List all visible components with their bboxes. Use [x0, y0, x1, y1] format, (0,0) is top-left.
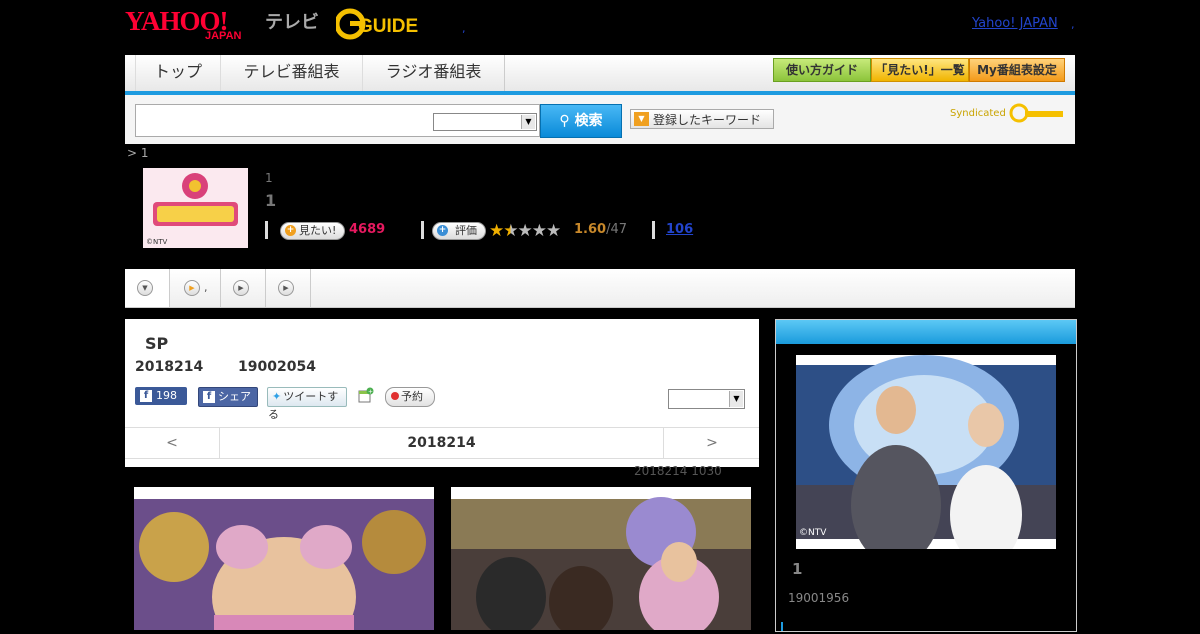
chevron-down-icon: ▼: [521, 115, 535, 129]
registered-keywords-button[interactable]: ▼ 登録したキーワード: [630, 109, 774, 129]
episode-date: 2018214: [135, 359, 204, 375]
tab-top[interactable]: トップ: [135, 55, 221, 91]
header-dot-right: ,: [1071, 18, 1075, 31]
star-icon: ★: [517, 221, 533, 241]
reserve-recording-button[interactable]: 予約: [385, 387, 435, 407]
search-icon: ⚲: [559, 113, 570, 129]
program-thumbnail[interactable]: ©NTV: [143, 168, 248, 248]
episode-panel: SP 2018214 19002054 f 198 f シェア ✦ ツイートする + …: [125, 319, 759, 467]
my-listings-settings-button[interactable]: My番組表設定: [969, 58, 1065, 82]
rating-value: 1.60/47: [574, 222, 627, 237]
program-subtitle: 1: [265, 171, 273, 185]
main-nav: トップ テレビ番組表 ラジオ番組表 使い方ガイド 「見たい!」一覧 My番組表設…: [125, 55, 1075, 95]
tab-other-1[interactable]: ▶: [221, 269, 266, 307]
rate-label: 評価: [455, 224, 477, 237]
side-program-time: 19001956: [788, 591, 850, 605]
divider: [421, 221, 424, 239]
divider: [265, 221, 268, 239]
want-list-button[interactable]: 「見たい!」一覧: [871, 58, 969, 82]
gguide-logo[interactable]: GUIDE: [334, 8, 424, 40]
breadcrumb[interactable]: > 1: [127, 146, 149, 160]
facebook-like-button[interactable]: f 198: [135, 387, 187, 405]
plus-icon: +: [437, 225, 448, 236]
want-label: 見たい!: [299, 224, 337, 237]
episode-tabs: ▼ ▶ , ▶ ▶: [125, 269, 1075, 308]
tv-label: テレビ: [265, 12, 319, 33]
star-icon: ★: [489, 221, 504, 241]
syndicated-gguide-logo: Syndicated: [950, 102, 1065, 124]
star-half-icon: ★: [503, 221, 518, 241]
episode-title: SP: [145, 334, 169, 353]
rating-denominator: /47: [606, 222, 627, 237]
search-bar: ▼ ⚲ 検索 ▼ 登録したキーワード Syndicated: [125, 95, 1075, 144]
tab-tv-listings[interactable]: テレビ番組表: [220, 55, 363, 91]
japan-logo-text: JAPAN: [205, 30, 242, 42]
registered-keywords-label: 登録したキーワード: [653, 113, 762, 127]
search-category-select[interactable]: ▼: [433, 113, 537, 131]
side-photo-credit: ©NTV: [799, 528, 827, 538]
plus-icon: +: [285, 225, 296, 236]
pager-next-button[interactable]: >: [663, 428, 760, 458]
want-count: 4689: [349, 222, 386, 237]
side-panel-header: [776, 320, 1076, 344]
updated-timestamp: 2018214 1030: [634, 464, 722, 478]
gguide-text: GUIDE: [358, 16, 418, 37]
tab-other-2[interactable]: ▶: [266, 269, 311, 307]
episode-photo-2[interactable]: [451, 487, 751, 634]
syndicated-label: Syndicated: [950, 108, 1006, 119]
episode-pager: < 2018214 >: [125, 427, 759, 459]
thumb-credit: ©NTV: [146, 238, 168, 246]
episode-time: 19002054: [238, 359, 316, 375]
side-photo[interactable]: ©NTV: [796, 355, 1056, 565]
side-panel: ©NTV 1 19001956: [775, 319, 1077, 632]
star-icon: ★: [546, 221, 561, 241]
facebook-icon: f: [203, 391, 215, 403]
rating-score: 1.60: [574, 222, 607, 237]
review-count-link[interactable]: 106: [666, 222, 693, 237]
star-icon: ★: [531, 221, 547, 241]
yahoo-japan-link[interactable]: Yahoo! JAPAN: [972, 16, 1058, 31]
search-button[interactable]: ⚲ 検索: [540, 104, 622, 138]
header-dot: ,: [462, 22, 466, 35]
divider: [652, 221, 655, 239]
svg-text:+: +: [368, 389, 373, 396]
search-input[interactable]: ▼: [135, 104, 540, 137]
episode-select[interactable]: ▼: [668, 389, 745, 409]
reserve-label: 予約: [401, 390, 423, 403]
chevron-down-icon: ▼: [729, 391, 743, 407]
tweet-button[interactable]: ✦ ツイートする: [267, 387, 347, 421]
play-icon: ▶: [233, 280, 249, 296]
facebook-icon: f: [140, 390, 152, 402]
want-to-watch-button[interactable]: + 見たい!: [280, 222, 346, 240]
twitter-bird-icon: ✦: [272, 390, 282, 403]
rating-stars: ★★★★★: [489, 221, 561, 241]
pager-prev-button[interactable]: <: [125, 428, 220, 458]
play-icon: ▶: [278, 280, 294, 296]
tab-suffix: ,: [204, 281, 208, 294]
dropdown-arrow-icon: ▼: [634, 112, 649, 126]
search-button-label: 検索: [574, 113, 603, 129]
program-title: 1: [265, 191, 277, 210]
usage-guide-button[interactable]: 使い方ガイド: [773, 58, 871, 82]
pager-date: 2018214: [407, 435, 476, 451]
play-icon: ▶: [184, 280, 200, 296]
rate-button[interactable]: + 評価: [432, 222, 486, 240]
tab-upcoming[interactable]: ▶ ,: [170, 269, 221, 307]
record-icon: [391, 392, 399, 400]
yahoo-japan-logo[interactable]: YAHOO! JAPAN: [125, 6, 241, 42]
chevron-down-icon: ▼: [137, 280, 153, 296]
side-program-number: 1: [792, 560, 803, 578]
episode-photo-1[interactable]: [134, 487, 434, 634]
tab-radio-listings[interactable]: ラジオ番組表: [362, 55, 505, 91]
share-label: シェア: [218, 390, 251, 403]
tab-episode-list[interactable]: ▼: [125, 269, 170, 307]
add-calendar-icon[interactable]: +: [358, 387, 374, 403]
facebook-share-button[interactable]: f シェア: [198, 387, 258, 407]
facebook-count: 198: [156, 389, 177, 402]
